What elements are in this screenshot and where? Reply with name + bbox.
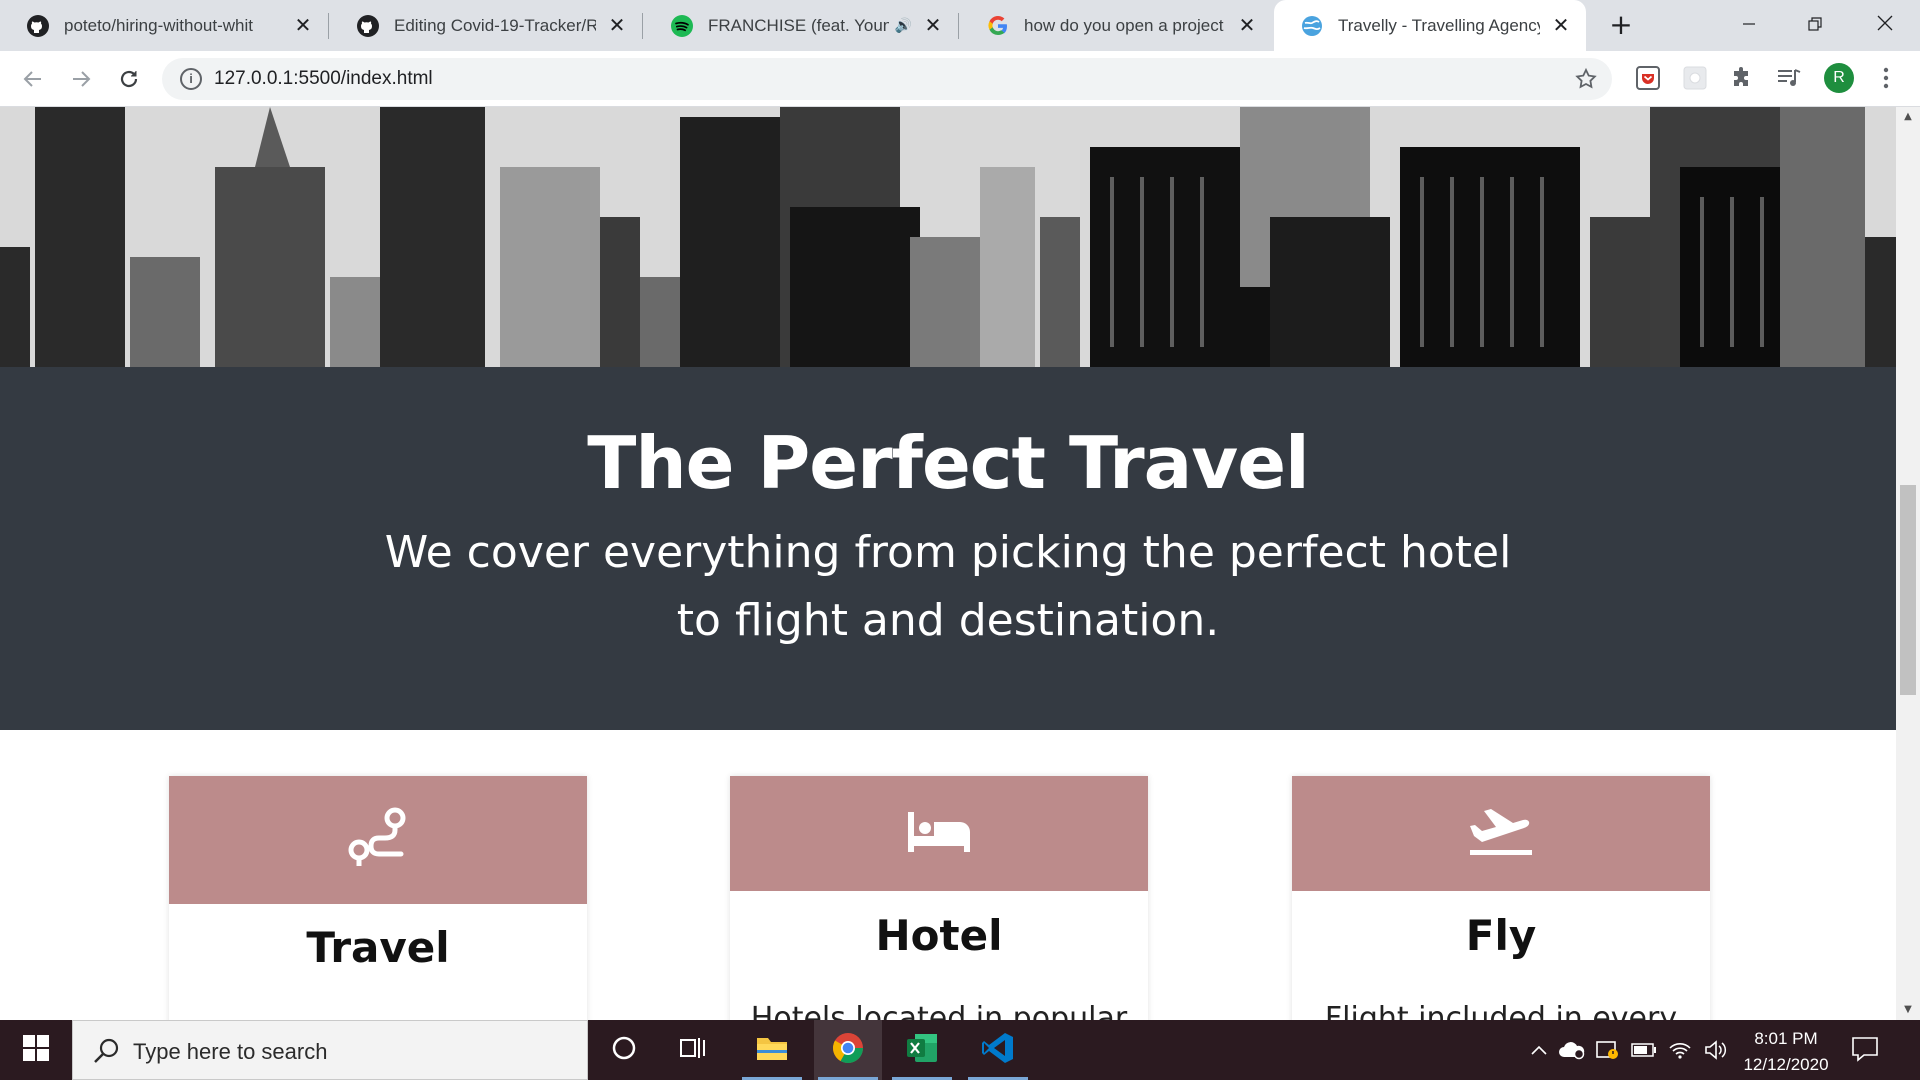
taskbar-search-box[interactable]: Type here to search: [72, 1020, 588, 1080]
city-skyline-image: [0, 107, 1896, 367]
minimize-icon[interactable]: [1720, 0, 1778, 51]
card-text: Flight included in every: [1324, 1001, 1678, 1020]
system-clock[interactable]: 8:01 PM 12/12/2020: [1730, 1026, 1842, 1078]
url-text[interactable]: 127.0.0.1:5500/index.html: [214, 68, 433, 90]
cortana-button[interactable]: [590, 1020, 658, 1080]
windows-logo-icon: [23, 1035, 49, 1065]
folder-icon: [755, 1034, 789, 1066]
card-text: Hotels located in popular: [750, 1001, 1128, 1020]
service-card-fly: Fly Flight included in every: [1292, 776, 1710, 1020]
windows-taskbar: Type here to search 8:01 PM 12/12/2020: [0, 1020, 1920, 1080]
chrome-icon: [831, 1031, 865, 1069]
task-view-icon: [679, 1034, 709, 1066]
bed-icon: [906, 810, 972, 858]
restore-icon[interactable]: [1786, 0, 1844, 51]
close-icon[interactable]: ✕: [922, 13, 944, 38]
forward-button[interactable]: [62, 60, 100, 98]
hero-title: The Perfect Travel: [587, 421, 1309, 505]
card-banner: [1292, 776, 1710, 891]
wifi-icon[interactable]: [1664, 1020, 1696, 1080]
github-icon: [26, 14, 50, 38]
tab-title: FRANCHISE (feat. Young: [708, 15, 889, 35]
security-center-icon[interactable]: [1592, 1020, 1624, 1080]
tab-separator: [642, 13, 643, 39]
volume-icon[interactable]: [1700, 1020, 1732, 1080]
tab-strip: poteto/hiring-without-whit ✕ Editing Cov…: [0, 0, 1920, 51]
card-title: Fly: [1465, 911, 1537, 960]
vscode-icon: [981, 1031, 1015, 1069]
spotify-icon: [670, 14, 694, 38]
hero-section: The Perfect Travel We cover everything f…: [0, 367, 1896, 730]
excel-icon: [905, 1032, 939, 1068]
start-button[interactable]: [0, 1020, 72, 1080]
more-menu-icon[interactable]: [1876, 62, 1896, 94]
close-icon[interactable]: ✕: [292, 13, 314, 38]
service-card-hotel: Hotel Hotels located in popular: [730, 776, 1148, 1020]
pocket-extension-icon[interactable]: [1632, 62, 1664, 94]
close-icon[interactable]: ✕: [606, 13, 628, 38]
browser-tab-active[interactable]: Travelly - Travelling Agency ✕: [1274, 0, 1586, 51]
cortana-icon: [610, 1034, 638, 1066]
browser-tab[interactable]: how do you open a project ✕: [960, 0, 1272, 51]
travelly-icon: [1300, 14, 1324, 38]
close-icon[interactable]: ✕: [1550, 13, 1572, 38]
browser-tab[interactable]: poteto/hiring-without-whit ✕: [0, 0, 328, 51]
task-view-button[interactable]: [660, 1020, 728, 1080]
notification-center-icon[interactable]: [1850, 1034, 1886, 1066]
onedrive-icon[interactable]: [1556, 1020, 1588, 1080]
google-icon: [986, 14, 1010, 38]
route-icon: [345, 805, 411, 875]
github-icon: [356, 14, 380, 38]
tab-title: how do you open a project: [1024, 15, 1224, 35]
window-close-icon[interactable]: [1856, 0, 1914, 51]
media-controls-icon[interactable]: [1773, 62, 1805, 94]
site-info-icon[interactable]: i: [180, 68, 202, 90]
hero-subtitle: We cover everything from picking the per…: [384, 527, 1512, 646]
audio-playing-icon[interactable]: 🔊: [895, 17, 912, 34]
excel-taskbar-button[interactable]: [888, 1020, 956, 1080]
profile-avatar[interactable]: R: [1824, 63, 1854, 93]
vscode-taskbar-button[interactable]: [964, 1020, 1032, 1080]
scroll-up-arrow-icon[interactable]: ▲: [1896, 107, 1920, 127]
tab-title: Editing Covid-19-Tracker/RE: [394, 15, 596, 35]
page-viewport: The Perfect Travel We cover everything f…: [0, 107, 1896, 1020]
battery-icon[interactable]: [1628, 1020, 1660, 1080]
page-scrollbar[interactable]: ▲ ▼: [1896, 107, 1920, 1020]
search-icon: [91, 1035, 123, 1067]
reload-button[interactable]: [110, 60, 148, 98]
tab-separator: [328, 13, 329, 39]
plane-departure-icon: [1468, 806, 1534, 862]
search-placeholder: Type here to search: [133, 1039, 328, 1064]
clock-date: 12/12/2020: [1743, 1055, 1829, 1074]
tab-title: Travelly - Travelling Agency: [1338, 15, 1540, 35]
new-tab-button[interactable]: +: [1604, 8, 1638, 42]
service-card-travel: Travel: [169, 776, 587, 1020]
file-explorer-button[interactable]: [738, 1020, 806, 1080]
extension-icon[interactable]: [1679, 62, 1711, 94]
card-banner: [730, 776, 1148, 891]
clock-time: 8:01 PM: [1754, 1029, 1818, 1048]
address-bar[interactable]: i 127.0.0.1:5500/index.html: [162, 58, 1612, 100]
scrollbar-thumb[interactable]: [1900, 485, 1916, 695]
browser-tab[interactable]: FRANCHISE (feat. Young 🔊 ✕: [644, 0, 958, 51]
tab-separator: [958, 13, 959, 39]
card-title: Travel: [306, 923, 450, 972]
puzzle-extensions-icon[interactable]: [1726, 62, 1758, 94]
back-button[interactable]: [14, 60, 52, 98]
bookmark-star-icon[interactable]: [1574, 64, 1598, 97]
browser-tab[interactable]: Editing Covid-19-Tracker/RE ✕: [330, 0, 642, 51]
card-title: Hotel: [875, 911, 1003, 960]
chrome-taskbar-button[interactable]: [814, 1020, 882, 1080]
scroll-down-arrow-icon[interactable]: ▼: [1896, 1000, 1920, 1020]
tab-title: poteto/hiring-without-whit: [64, 15, 253, 35]
show-hidden-icons-icon[interactable]: [1525, 1020, 1553, 1080]
card-banner: [169, 776, 587, 904]
close-icon[interactable]: ✕: [1236, 13, 1258, 38]
